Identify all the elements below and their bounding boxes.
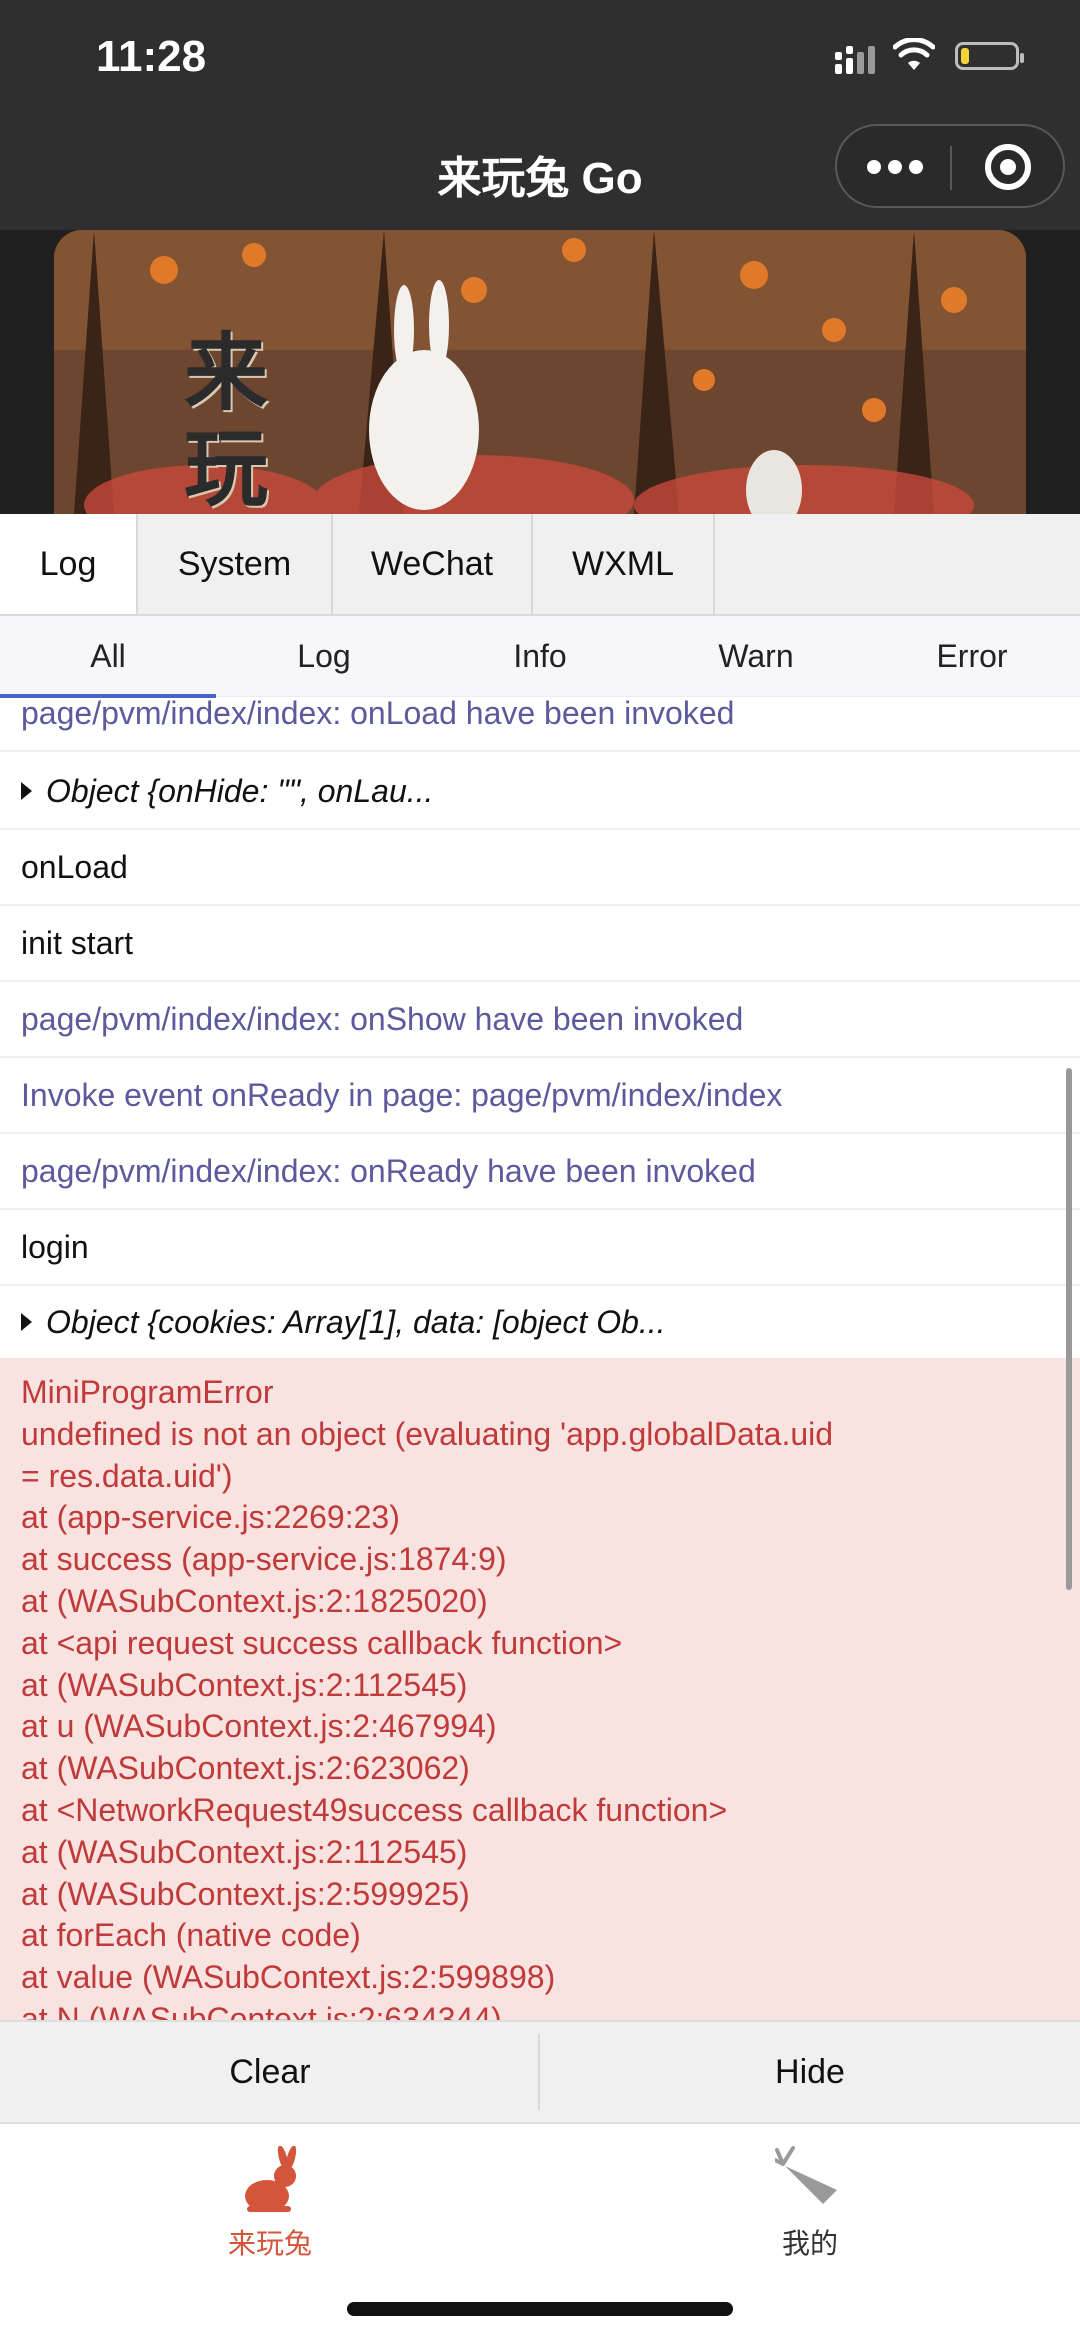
- filter-warn[interactable]: Warn: [648, 616, 864, 696]
- wifi-icon: [893, 38, 935, 70]
- console-actions: Clear Hide: [0, 2020, 1080, 2122]
- log-filter-bar: All Log Info Warn Error: [0, 616, 1080, 697]
- expand-triangle-icon[interactable]: [21, 782, 32, 800]
- error-log-entry: MiniProgramError undefined is not an obj…: [0, 1358, 1080, 2020]
- log-row: page/pvm/index/index: onLoad have been i…: [0, 698, 1080, 752]
- home-indicator: [347, 2302, 733, 2316]
- tabbar-label-mine: 我的: [781, 2228, 838, 2259]
- tabbar-label-home: 来玩兔: [227, 2228, 312, 2259]
- tab-system[interactable]: System: [138, 514, 333, 614]
- log-row: page/pvm/index/index: onReady have been …: [0, 1134, 1080, 1210]
- menu-capsule: [835, 124, 1065, 208]
- tab-wxml[interactable]: WXML: [533, 514, 715, 614]
- filter-error[interactable]: Error: [864, 616, 1080, 696]
- banner-title-text: 来 玩: [184, 323, 269, 515]
- hide-button[interactable]: Hide: [540, 2022, 1080, 2122]
- more-icon[interactable]: [867, 156, 923, 178]
- banner-image[interactable]: 来 玩: [54, 230, 1026, 514]
- log-row: onLoad: [0, 830, 1080, 906]
- battery-icon: [955, 42, 1024, 70]
- cellular-signal-icon: [835, 46, 875, 74]
- banner-area: 来 玩: [0, 230, 1080, 514]
- log-row: page/pvm/index/index: onShow have been i…: [0, 982, 1080, 1058]
- log-row-object[interactable]: Object {onHide: "", onLau...: [0, 754, 1080, 830]
- log-row: Invoke event onReady in page: page/pvm/i…: [0, 1058, 1080, 1134]
- rabbit-icon: [245, 2146, 297, 2212]
- capsule-divider: [950, 146, 952, 190]
- console-tabs: Log System WeChat WXML: [0, 514, 1080, 616]
- log-row: login: [0, 1210, 1080, 1286]
- log-row-object[interactable]: Object {cookies: Array[1], data: [object…: [0, 1286, 1080, 1358]
- tabbar-item-home[interactable]: 来玩兔: [0, 2136, 540, 2259]
- filter-info[interactable]: Info: [432, 616, 648, 696]
- close-miniprogram-icon[interactable]: [985, 144, 1031, 190]
- tabbar-item-mine[interactable]: 我的: [540, 2136, 1080, 2259]
- log-list[interactable]: page/pvm/index/index: onLoad have been i…: [0, 698, 1080, 2020]
- status-bar: 11:28: [0, 0, 1080, 120]
- log-scrollbar[interactable]: [1066, 1068, 1072, 1590]
- navigation-bar: 来玩兔 Go: [0, 120, 1080, 230]
- log-row: init start: [0, 906, 1080, 982]
- filter-log[interactable]: Log: [216, 616, 432, 696]
- carrot-icon: [775, 2146, 837, 2204]
- tab-wechat[interactable]: WeChat: [333, 514, 533, 614]
- tab-log[interactable]: Log: [0, 514, 138, 614]
- expand-triangle-icon[interactable]: [21, 1313, 32, 1331]
- clear-button[interactable]: Clear: [0, 2022, 540, 2122]
- status-time: 11:28: [96, 32, 207, 81]
- filter-all[interactable]: All: [0, 616, 216, 696]
